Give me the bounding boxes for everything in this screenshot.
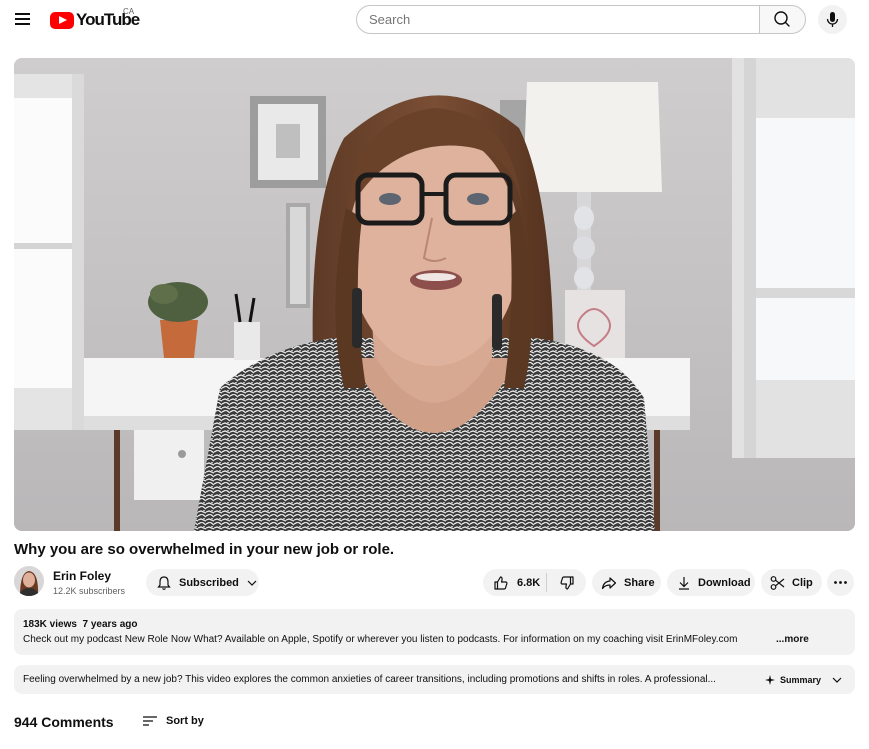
chevron-down-icon: [832, 677, 842, 683]
hamburger-menu-icon[interactable]: [12, 8, 36, 30]
subscribed-label: Subscribed: [179, 576, 239, 589]
sparkle-icon: [765, 675, 775, 685]
search-input[interactable]: [356, 5, 760, 34]
summary-text: Feeling overwhelmed by a new job? This v…: [23, 674, 716, 685]
share-icon: [601, 576, 617, 589]
more-horizontal-icon: [834, 581, 847, 584]
show-more-link[interactable]: ...more: [776, 634, 809, 645]
description-box[interactable]: 183K views 7 years ago Check out my podc…: [14, 609, 855, 655]
video-frame-image: [14, 58, 855, 531]
description-text: Check out my podcast New Role Now What? …: [23, 634, 738, 645]
summary-label: Summary: [780, 675, 822, 685]
thumbs-down-icon: [560, 575, 574, 590]
voice-search-button[interactable]: [818, 5, 847, 34]
channel-name[interactable]: Erin Foley: [53, 569, 111, 583]
video-player[interactable]: [14, 58, 855, 531]
sort-by-label: Sort by: [166, 715, 204, 727]
channel-avatar[interactable]: [14, 566, 44, 596]
dislike-button[interactable]: [547, 569, 586, 596]
top-bar: YouTube CA: [0, 0, 869, 40]
avatar-image: [14, 566, 44, 596]
video-title: Why you are so overwhelmed in your new j…: [14, 541, 395, 558]
download-label: Download: [698, 576, 751, 589]
sort-by-button[interactable]: Sort by: [142, 712, 204, 730]
like-count: 6.8K: [517, 576, 541, 589]
share-button[interactable]: Share: [592, 569, 661, 596]
thumbs-up-icon: [494, 575, 508, 590]
view-count-and-date: 183K views 7 years ago: [23, 619, 138, 630]
country-code: CA: [123, 7, 135, 16]
microphone-icon: [826, 12, 839, 27]
bell-icon: [157, 575, 171, 590]
like-button[interactable]: 6.8K: [483, 569, 546, 596]
subscribed-button[interactable]: Subscribed: [146, 569, 259, 596]
share-label: Share: [624, 576, 655, 589]
youtube-play-icon: [50, 11, 74, 29]
clip-button[interactable]: Clip: [761, 569, 822, 596]
comments-count: 944 Comments: [14, 714, 114, 730]
download-button[interactable]: Download: [667, 569, 755, 596]
download-icon: [679, 576, 689, 590]
summary-box: Feeling overwhelmed by a new job? This v…: [14, 665, 855, 694]
search-icon: [774, 11, 790, 27]
subscriber-count: 12.2K subscribers: [53, 586, 126, 596]
chevron-down-icon: [247, 580, 257, 586]
sort-icon: [143, 716, 157, 726]
clip-label: Clip: [792, 576, 813, 589]
more-actions-button[interactable]: [827, 569, 854, 596]
search-bar: [356, 5, 806, 34]
summary-button[interactable]: Summary: [764, 670, 848, 690]
search-button[interactable]: [759, 5, 806, 34]
like-dislike-group: 6.8K: [483, 569, 586, 596]
scissors-icon: [770, 575, 785, 590]
